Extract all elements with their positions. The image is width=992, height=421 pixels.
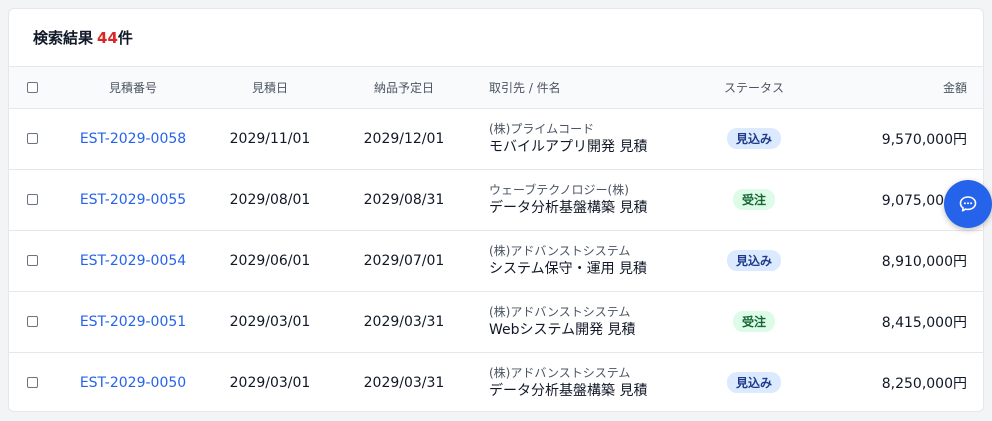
status-badge: 見込み [726, 250, 781, 271]
estimate-no-link[interactable]: EST-2029-0050 [80, 375, 186, 391]
row-checkbox-cell [9, 169, 55, 231]
header-checkbox-cell [9, 67, 55, 109]
estimate-no-cell: EST-2029-0054 [55, 230, 211, 292]
delivery-date: 2029/03/31 [329, 291, 479, 353]
results-label: 検索結果 [33, 29, 94, 47]
client-subject-cell: (株)アドバンストシステムデータ分析基盤構築 見積 [479, 352, 699, 411]
status-badge: 受注 [732, 189, 775, 210]
results-header: 検索結果 44 件 [9, 9, 983, 67]
column-header-estimate-date[interactable]: 見積日 [211, 67, 329, 109]
row-checkbox[interactable] [26, 316, 38, 327]
amount: 8,415,000円 [809, 291, 983, 353]
delivery-date: 2029/03/31 [363, 374, 445, 391]
amount: 8,250,000円 [881, 375, 967, 392]
table-row[interactable]: EST-2029-0050 2029/03/01 2029/03/31 (株)アドバン… [9, 352, 983, 411]
row-checkbox[interactable] [26, 377, 38, 389]
subject: データ分析基盤構築 見積 [489, 199, 648, 216]
estimates-table: 見積番号 見積日 納品予定日 取引先 / 件名 ステータス 金額 EST-202… [9, 67, 983, 411]
amount: 8,910,000円 [809, 230, 983, 292]
status-cell: 見込み [699, 352, 809, 411]
status-badge: 受注 [732, 311, 775, 332]
client-subject-cell: (株)アドバンストシステム Webシステム開発 見積 [479, 291, 699, 353]
table-row[interactable]: EST-2029-0051 2029/03/01 2029/03/31 (株)アドバン… [9, 291, 983, 353]
search-results-card: 検索結果 44 件 見積番号 見積日 納品予定日 取引先 / 件名 ステータス … [8, 8, 984, 412]
status-cell: 受注 [699, 291, 809, 353]
status-badge: 見込み [726, 372, 781, 394]
delivery-date: 2029/07/01 [329, 230, 479, 292]
row-checkbox-cell [9, 230, 55, 292]
table-row[interactable]: EST-2029-0054 2029/06/01 2029/07/01 (株)アドバン… [9, 230, 983, 292]
client-name: (株)アドバンストシステム [489, 365, 631, 380]
estimate-no-cell: EST-2029-0050 [55, 352, 211, 411]
estimate-no-link[interactable]: EST-2029-0055 [80, 192, 186, 208]
table-row[interactable]: EST-2029-0058 2029/11/01 2029/12/01 (株)プライム… [9, 108, 983, 170]
estimate-no-cell: EST-2029-0058 [55, 108, 211, 170]
status-cell: 見込み [699, 108, 809, 170]
row-checkbox[interactable] [26, 133, 38, 144]
delivery-date: 2029/12/01 [329, 108, 479, 170]
row-checkbox-cell [9, 108, 55, 170]
table-body: EST-2029-0058 2029/11/01 2029/12/01 (株)プライム… [9, 108, 983, 411]
select-all-checkbox[interactable] [26, 82, 38, 94]
status-cell: 見込み [699, 230, 809, 292]
estimate-no-link[interactable]: EST-2029-0058 [80, 131, 186, 147]
column-header-amount[interactable]: 金額 [809, 67, 983, 109]
chat-bubble-icon [959, 196, 977, 212]
table-row[interactable]: EST-2029-0055 2029/08/01 2029/08/31 ウェーブテクノ… [9, 169, 983, 231]
client-name: (株)アドバンストシステム [489, 243, 631, 258]
estimate-no-link[interactable]: EST-2029-0051 [80, 314, 186, 330]
estimate-date: 2029/06/01 [211, 230, 329, 292]
subject: Webシステム開発 見積 [489, 321, 636, 338]
client-subject-cell: ウェーブテクノロジー(株) データ分析基盤構築 見積 [479, 169, 699, 231]
estimate-date: 2029/03/01 [229, 374, 311, 391]
estimate-date: 2029/03/01 [211, 291, 329, 353]
column-header-status[interactable]: ステータス [699, 67, 809, 109]
chat-button[interactable] [944, 180, 992, 228]
results-count: 44 [97, 28, 118, 47]
row-checkbox-cell [9, 352, 55, 411]
results-unit: 件 [117, 29, 133, 47]
client-name: (株)アドバンストシステム [489, 304, 631, 319]
subject: データ分析基盤構築 見積 [489, 382, 648, 399]
delivery-date: 2029/08/31 [329, 169, 479, 231]
status-cell: 受注 [699, 169, 809, 231]
estimate-no-link[interactable]: EST-2029-0054 [80, 253, 186, 269]
column-header-client-subject[interactable]: 取引先 / 件名 [479, 67, 699, 109]
column-header-estimate-no[interactable]: 見積番号 [55, 67, 211, 109]
estimate-date: 2029/08/01 [211, 169, 329, 231]
row-checkbox-cell [9, 291, 55, 353]
status-badge: 見込み [726, 128, 781, 149]
amount: 9,570,000円 [809, 108, 983, 170]
column-header-delivery-date[interactable]: 納品予定日 [329, 67, 479, 109]
subject: モバイルアプリ開発 見積 [489, 138, 648, 155]
client-name: ウェーブテクノロジー(株) [489, 182, 629, 197]
table-header-row: 見積番号 見積日 納品予定日 取引先 / 件名 ステータス 金額 [9, 67, 983, 109]
subject: システム保守・運用 見積 [489, 260, 648, 277]
client-subject-cell: (株)プライムコードモバイルアプリ開発 見積 [479, 108, 699, 170]
estimate-date: 2029/11/01 [211, 108, 329, 170]
row-checkbox[interactable] [26, 194, 38, 205]
client-name: (株)プライムコード [489, 121, 595, 136]
estimate-no-cell: EST-2029-0051 [55, 291, 211, 353]
estimate-no-cell: EST-2029-0055 [55, 169, 211, 231]
client-subject-cell: (株)アドバンストシステムシステム保守・運用 見積 [479, 230, 699, 292]
row-checkbox[interactable] [26, 255, 38, 266]
